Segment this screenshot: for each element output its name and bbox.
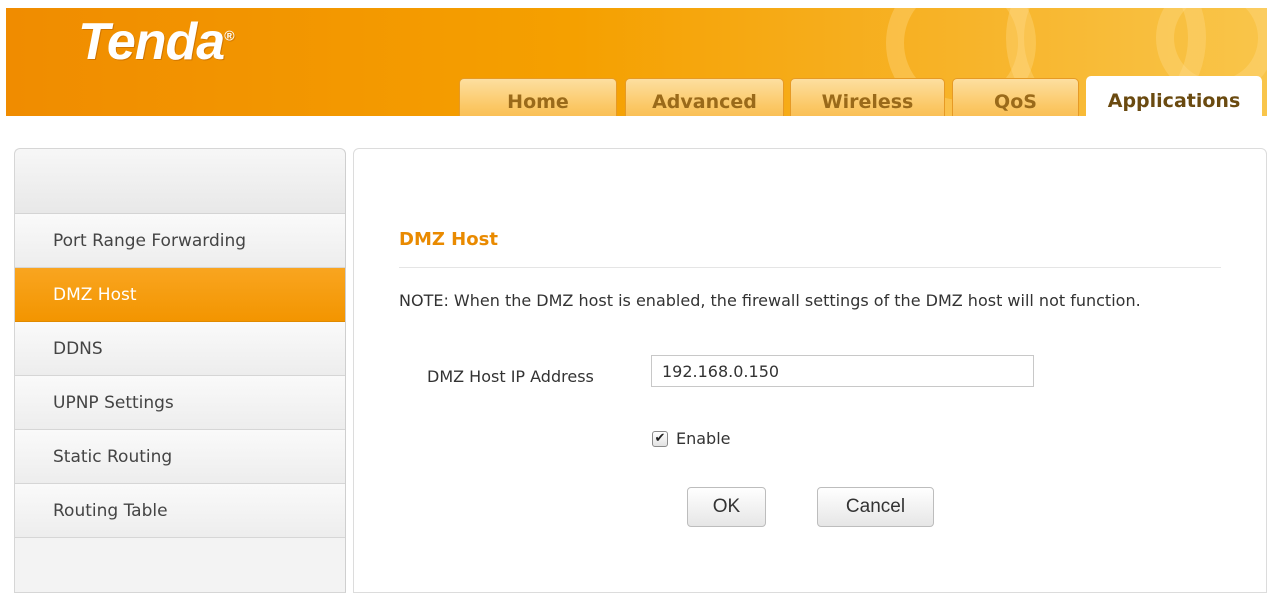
sidebar-item-dmz-host[interactable]: DMZ Host [15,268,345,322]
sidebar-item-label: DMZ Host [53,284,137,305]
dmz-ip-input[interactable] [651,355,1034,387]
sidebar-item-upnp-settings[interactable]: UPNP Settings [15,376,345,430]
tab-label: Applications [1107,89,1241,112]
sidebar-item-label: UPNP Settings [53,392,174,413]
enable-row: ✔ Enable [652,429,731,448]
tab-qos[interactable]: QoS [952,78,1079,116]
sidebar-item-label: Static Routing [53,446,173,467]
tab-home[interactable]: Home [459,78,617,116]
cancel-button[interactable]: Cancel [817,487,934,527]
checkmark-icon: ✔ [654,431,666,446]
tab-label: Home [507,90,569,113]
tab-label: Advanced [652,90,757,113]
sidebar-header [15,149,345,214]
header-banner: Tenda® Home Advanced Wireless QoS Applic… [6,8,1267,116]
title-divider [399,267,1221,268]
sidebar-item-routing-table[interactable]: Routing Table [15,484,345,538]
sidebar: Port Range Forwarding DMZ Host DDNS UPNP… [14,148,346,593]
sidebar-item-port-range-forwarding[interactable]: Port Range Forwarding [15,214,345,268]
sidebar-item-ddns[interactable]: DDNS [15,322,345,376]
sidebar-item-label: Routing Table [53,500,168,521]
sidebar-item-label: DDNS [53,338,103,359]
tab-label: QoS [994,90,1037,113]
tab-label: Wireless [821,90,914,113]
main-panel: DMZ Host NOTE: When the DMZ host is enab… [353,148,1267,593]
sidebar-item-static-routing[interactable]: Static Routing [15,430,345,484]
ok-button[interactable]: OK [687,487,766,527]
tab-wireless[interactable]: Wireless [790,78,945,116]
enable-label: Enable [676,429,731,448]
dmz-note: NOTE: When the DMZ host is enabled, the … [399,291,1141,310]
enable-checkbox[interactable]: ✔ [652,430,668,447]
sidebar-item-label: Port Range Forwarding [53,230,247,251]
page-title: DMZ Host [399,229,498,250]
tenda-logo: Tenda® [78,13,235,71]
dmz-ip-label: DMZ Host IP Address [427,367,594,386]
tab-advanced[interactable]: Advanced [625,78,784,116]
tab-applications[interactable]: Applications [1086,76,1262,116]
